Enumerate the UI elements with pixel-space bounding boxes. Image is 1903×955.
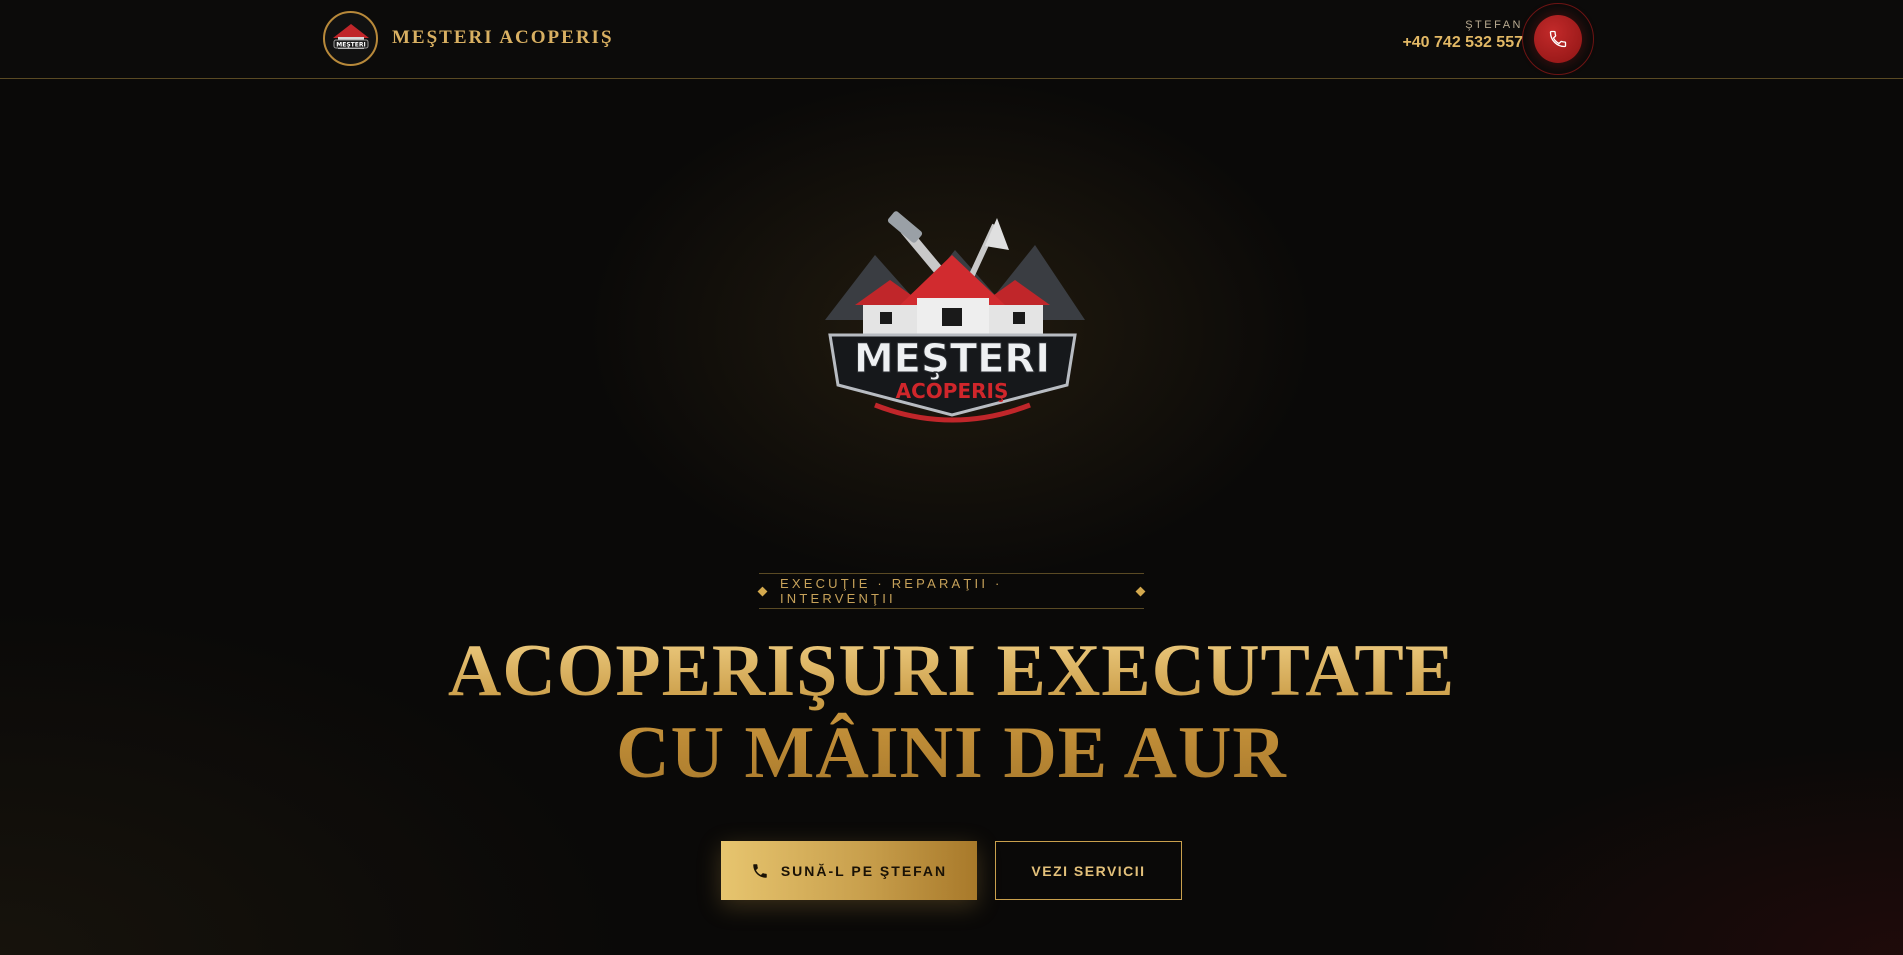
roofers-emblem-icon: MEŞTERI ACOPERIŞ (825, 211, 1085, 423)
tagline: EXECUŢIE · REPARAŢII · INTERVENŢII (757, 573, 1146, 609)
call-button-circle (1534, 15, 1582, 63)
hero-headline: Acoperişuri executate cu mâini de aur (0, 630, 1903, 794)
view-services-button[interactable]: VEZI SERVICII (995, 841, 1182, 900)
view-services-label: VEZI SERVICII (1031, 862, 1146, 879)
headline-line-2: cu mâini de aur (0, 712, 1903, 794)
site-header: MEŞTERI MEŞTERI ACOPERIŞ ŞTEFAN +40 742 … (0, 0, 1903, 79)
phone-icon (1549, 30, 1567, 48)
svg-text:MEŞTERI: MEŞTERI (336, 42, 365, 49)
call-button[interactable] (1522, 3, 1594, 75)
svg-text:ACOPERIŞ: ACOPERIŞ (896, 379, 1009, 403)
contact-label: ŞTEFAN (1465, 19, 1523, 31)
svg-text:MEŞTERI: MEŞTERI (854, 336, 1050, 382)
brand[interactable]: MEŞTERI MEŞTERI ACOPERIŞ (323, 10, 614, 66)
headline-line-1: Acoperişuri executate (0, 630, 1903, 712)
brand-logo: MEŞTERI (323, 10, 378, 66)
brand-name: MEŞTERI ACOPERIŞ (392, 27, 614, 48)
house-logo-icon: MEŞTERI (332, 24, 369, 49)
background-glow (0, 0, 1903, 955)
tagline-text: EXECUŢIE · REPARAŢII · INTERVENŢII (779, 576, 1003, 606)
call-stefan-button[interactable]: SUNĂ-L PE ŞTEFAN (721, 841, 977, 900)
diamond-icon (757, 586, 768, 596)
phone-icon (753, 863, 767, 878)
diamond-icon (1135, 586, 1146, 596)
contact-info[interactable]: ŞTEFAN +40 742 532 557 (1402, 19, 1523, 52)
call-stefan-label: SUNĂ-L PE ŞTEFAN (780, 862, 948, 879)
contact-phone[interactable]: +40 742 532 557 (1402, 34, 1523, 52)
hero-logo: MEŞTERI ACOPERIŞ (805, 210, 1100, 440)
